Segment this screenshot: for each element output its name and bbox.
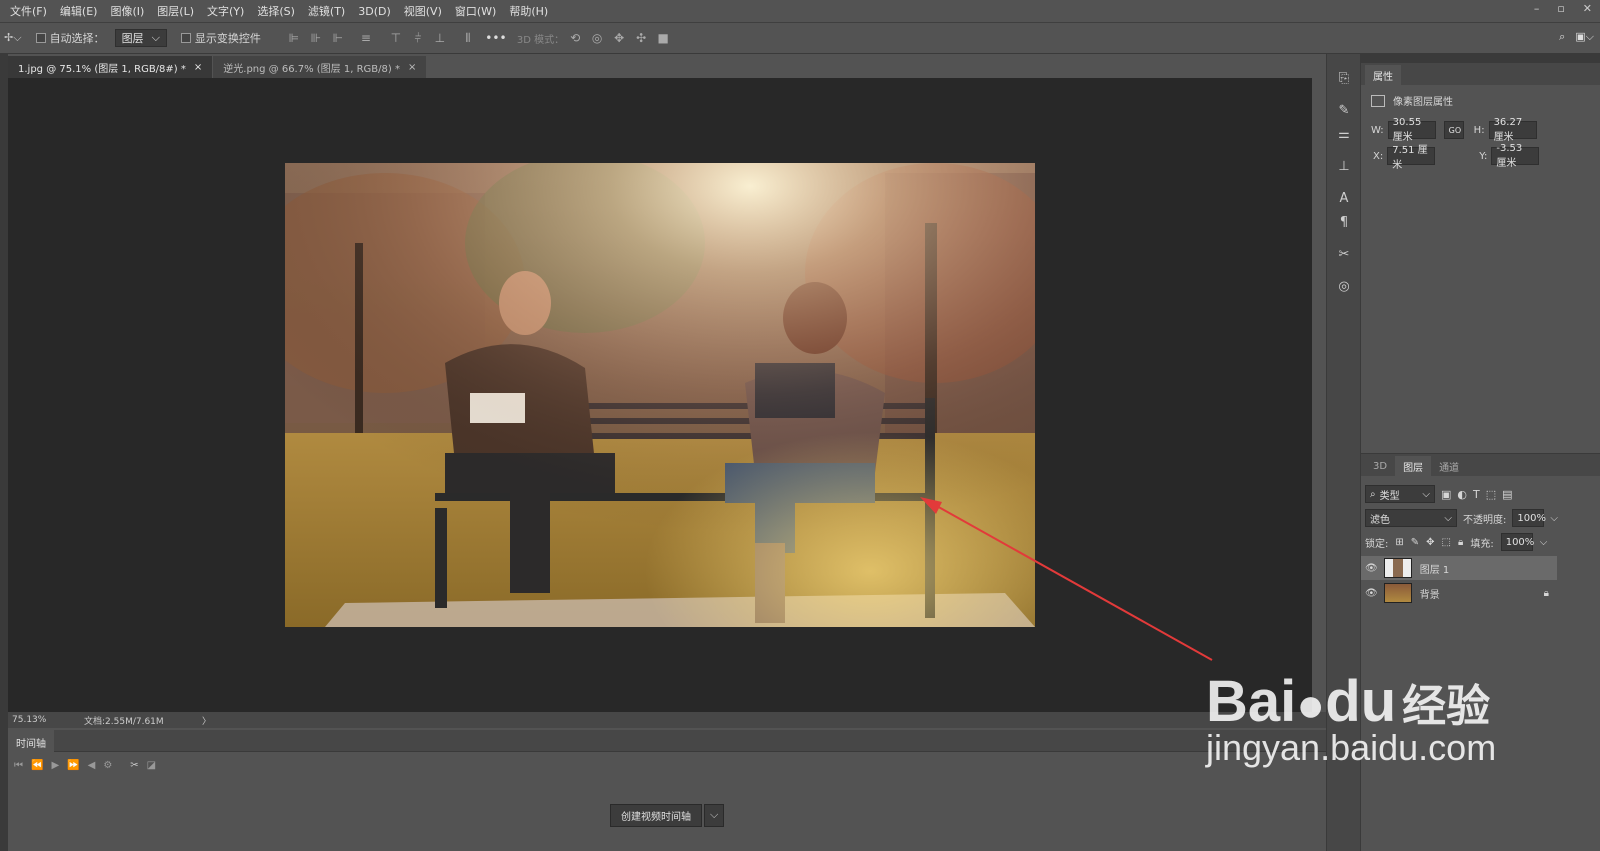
chevron-down-icon[interactable]: ⌵ (1540, 537, 1548, 548)
annotation-arrow (934, 504, 1213, 661)
prev-frame-icon[interactable]: ⏪ (31, 760, 43, 771)
watermark-brand: Bai (1206, 669, 1297, 734)
split-icon[interactable]: ✂ (130, 760, 138, 771)
chevron-down-icon: ⌵ (1422, 488, 1430, 500)
filter-shape-icon[interactable]: ⬚ (1486, 488, 1496, 501)
watermark-brand-2: du (1325, 669, 1397, 734)
status-menu-arrow[interactable]: 〉 (202, 714, 211, 727)
timeline-panel: ⏮ ⏪ ▶ ⏩ ◀ ⚙ ✂ ◪ 创建视频时间轴 ⌵ (8, 752, 1326, 851)
x-position-field[interactable]: 7.51 厘米 (1387, 145, 1436, 171)
timeline-dropdown-button[interactable]: ⌵ (704, 804, 725, 827)
link-dimensions-button[interactable]: GO (1443, 121, 1464, 139)
blend-mode-dropdown[interactable]: 滤色 ⌵ (1365, 509, 1457, 527)
filter-adjustment-icon[interactable]: ◐ (1457, 488, 1467, 501)
lock-transparent-icon[interactable]: ⊞ (1395, 537, 1403, 548)
character-icon[interactable]: A (1327, 186, 1361, 210)
layer-name: 图层 1 (1419, 564, 1450, 576)
paragraph-icon[interactable]: ¶ (1327, 210, 1361, 234)
annotation-arrowhead (920, 497, 942, 514)
watermark-url: jingyan.baidu.com (1206, 727, 1497, 768)
layer-thumbnail (1383, 558, 1412, 578)
layer-name: 背景 (1419, 589, 1440, 601)
chevron-down-icon[interactable]: ⌵ (1550, 513, 1558, 524)
baidu-watermark: Bai ● du 经验 jingyan.baidu.com (1206, 668, 1496, 769)
stamp-icon[interactable]: ⊥ (1327, 154, 1361, 178)
opacity-field[interactable]: 100% (1512, 509, 1546, 527)
tab-layers[interactable]: 图层 (1395, 456, 1432, 476)
fill-field[interactable]: 100% (1500, 533, 1534, 551)
play-icon[interactable]: ▶ (51, 760, 59, 771)
layer-row-background[interactable]: 👁︎ 背景 🔒︎ (1361, 581, 1557, 605)
layer-thumbnail (1383, 583, 1412, 603)
transition-icon[interactable]: ◪ (147, 760, 156, 771)
tab-properties[interactable]: 属性 (1365, 65, 1401, 85)
zoom-level[interactable]: 75.13% (12, 715, 72, 725)
status-bar: 75.13% 文档:2.55M/7.61M 〉 (8, 712, 1326, 728)
filter-smart-icon[interactable]: ▤ (1502, 488, 1512, 501)
layer-filter-dropdown[interactable]: ⌕ 类型 ⌵ (1365, 485, 1435, 503)
width-field[interactable]: 30.55 厘米 (1387, 117, 1436, 143)
settings-icon[interactable]: ⚙ (103, 760, 112, 771)
visibility-eye-icon[interactable]: 👁︎ (1365, 563, 1378, 574)
first-frame-icon[interactable]: ⏮ (14, 760, 23, 771)
lock-icon: 🔒︎ (1543, 587, 1549, 599)
lock-artboard-icon[interactable]: ⬚ (1442, 537, 1451, 548)
lock-position-icon[interactable]: ✥ (1426, 537, 1434, 548)
audio-icon[interactable]: ◀ (88, 760, 96, 771)
adjustments-icon[interactable]: ⚌ (1327, 122, 1361, 146)
brush-icon[interactable]: ✎ (1327, 98, 1361, 122)
pixel-layer-icon (1371, 94, 1385, 107)
watermark-cn: 经验 (1402, 682, 1491, 731)
layer-row-layer1[interactable]: 👁︎ 图层 1 (1361, 556, 1557, 580)
properties-panel: 属性 像素图层属性 W: 30.55 厘米 GO H: 36.27 厘米 X: … (1360, 63, 1600, 453)
visibility-eye-icon[interactable]: 👁︎ (1365, 588, 1378, 599)
filter-pixel-icon[interactable]: ▣ (1441, 488, 1451, 501)
libraries-icon[interactable]: ◎ (1327, 274, 1361, 298)
filter-type-icon[interactable]: T (1473, 488, 1480, 501)
properties-subtitle: 像素图层属性 (1393, 97, 1453, 108)
height-field[interactable]: 36.27 厘米 (1488, 117, 1537, 143)
chevron-down-icon: ⌵ (1444, 512, 1452, 524)
panel-collapse-bar[interactable] (1360, 54, 1600, 63)
doc-size[interactable]: 文档:2.55M/7.61M (84, 714, 202, 727)
tool-presets-icon[interactable]: ✂ (1327, 242, 1361, 266)
lock-image-icon[interactable]: ✎ (1411, 537, 1419, 548)
lock-all-icon[interactable]: 🔒︎ (1458, 537, 1463, 548)
search-icon: ⌕ (1370, 488, 1376, 500)
y-position-field[interactable]: -3.53 厘米 (1491, 143, 1540, 169)
tab-3d[interactable]: 3D (1365, 456, 1395, 476)
layers-panel: 3D 图层 通道 ⌕ 类型 ⌵ ▣ ◐ T ⬚ ▤ 滤色 ⌵ 不透明度: 100… (1360, 453, 1600, 851)
tab-channels[interactable]: 通道 (1431, 456, 1467, 476)
timeline-tab[interactable]: 时间轴 (8, 730, 54, 752)
create-video-timeline-button[interactable]: 创建视频时间轴 (610, 804, 702, 827)
history-icon[interactable]: ⎘ (1327, 66, 1361, 90)
timeline-header: 时间轴 (8, 730, 1326, 752)
paw-icon: ● (1296, 679, 1326, 732)
next-frame-icon[interactable]: ⏩ (67, 760, 79, 771)
